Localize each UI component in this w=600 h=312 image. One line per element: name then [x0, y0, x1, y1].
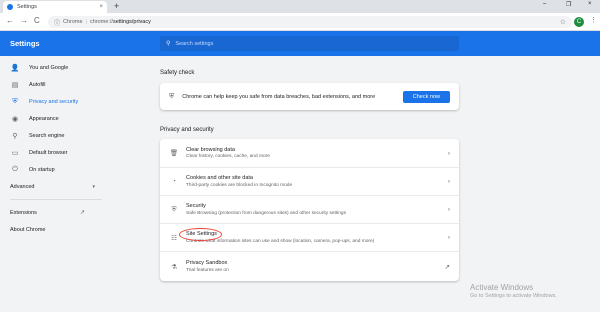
privacy-sandbox-row[interactable]: ⚗ Privacy Sandbox Trial features are on … — [160, 251, 459, 281]
sidebar-item-privacy-and-security[interactable]: ⛨ Privacy and security — [0, 93, 150, 110]
tab-title: Settings — [17, 4, 37, 10]
chevron-right-icon: › — [447, 206, 450, 213]
cookie-icon: ◔ — [172, 178, 176, 185]
kebab-menu-icon[interactable]: ⋮ — [590, 16, 597, 24]
bookmark-star-icon[interactable]: ☆ — [560, 18, 566, 26]
reload-icon[interactable]: C — [34, 16, 40, 25]
security-row[interactable]: ⛨ Security Safe Browsing (protection fro… — [160, 195, 459, 223]
shield-icon: ⛨ — [12, 97, 18, 105]
sidebar-item-label: Privacy and security — [29, 98, 79, 105]
search-icon: ⚲ — [166, 41, 171, 47]
back-icon[interactable]: ← — [6, 16, 14, 25]
activate-windows-watermark: Activate Windows Go to Settings to activ… — [470, 283, 557, 299]
row-description: Clear history, cookies, cache, and more — [186, 154, 270, 160]
palette-icon: ◉ — [11, 115, 19, 123]
forward-icon[interactable]: → — [20, 16, 28, 25]
trash-icon: 🗑 — [169, 150, 179, 157]
shield-icon: ⛨ — [171, 205, 177, 213]
safety-check-title: Safety check — [160, 70, 195, 76]
sidebar-item-label: Autofill — [29, 81, 46, 88]
site-info-icon[interactable]: ⓘ — [54, 18, 60, 27]
sidebar-advanced[interactable]: Advanced ▾ — [0, 178, 150, 195]
row-description: Controls what information sites can use … — [186, 238, 375, 244]
chevron-down-icon: ▾ — [92, 183, 95, 190]
minimize-icon[interactable]: – — [543, 1, 546, 7]
shield-icon: ⛨ — [169, 92, 175, 100]
sidebar-item-label: You and Google — [29, 64, 69, 71]
restore-icon[interactable]: ❐ — [566, 1, 571, 8]
sidebar-divider — [10, 199, 102, 200]
browser-icon: ▭ — [11, 149, 19, 157]
watermark-title: Activate Windows — [470, 283, 534, 292]
site-settings-row[interactable]: ☷ Site Settings Controls what informatio… — [160, 223, 459, 251]
sidebar-about-chrome[interactable]: About Chrome — [0, 221, 150, 238]
external-link-icon: ↗ — [79, 210, 85, 216]
address-bar[interactable]: ⓘ Chrome | chrome:// settings/privacy ☆ — [48, 16, 572, 28]
cookies-row[interactable]: ◔ Cookies and other site data Third-part… — [160, 167, 459, 195]
new-tab-button[interactable]: + — [114, 1, 119, 11]
tab-strip: Settings × + – ❐ × — [0, 0, 600, 13]
watermark-subtitle: Go to Settings to activate Windows. — [470, 293, 557, 299]
highlight-circle — [179, 228, 222, 241]
sidebar-advanced-label: Advanced — [10, 183, 35, 190]
sidebar-item-autofill[interactable]: ▤ Autofill — [0, 76, 150, 93]
sidebar-item-on-startup[interactable]: ⏻ On startup — [0, 161, 150, 178]
row-title: Site Settings — [186, 231, 217, 238]
sliders-icon: ☷ — [171, 234, 177, 242]
row-description: Trial features are on — [186, 267, 229, 273]
chevron-right-icon: › — [447, 178, 450, 185]
sidebar-item-default-browser[interactable]: ▭ Default browser — [0, 144, 150, 161]
row-title: Privacy Sandbox — [186, 260, 228, 267]
check-now-button[interactable]: Check now — [402, 90, 450, 103]
privacy-section-title: Privacy and security — [160, 127, 214, 133]
settings-header: Settings ⚲ — [0, 31, 600, 56]
window-close-icon[interactable]: × — [588, 1, 592, 7]
sidebar-item-you-and-google[interactable]: 👤 You and Google — [0, 59, 150, 76]
sidebar-item-label: Search engine — [29, 132, 65, 139]
external-link-icon: ↗ — [444, 263, 450, 271]
safety-check-text: Chrome can help keep you safe from data … — [182, 93, 376, 100]
url-scheme: chrome:// — [90, 19, 113, 25]
sidebar-item-label: Default browser — [29, 149, 68, 156]
tab-settings[interactable]: Settings × — [3, 1, 107, 13]
page-title: Settings — [10, 39, 40, 48]
sidebar: 👤 You and Google ▤ Autofill ⛨ Privacy an… — [0, 56, 150, 238]
person-icon: 👤 — [10, 64, 20, 72]
row-description: Third-party cookies are blocked in Incog… — [186, 182, 293, 188]
url-path: settings/privacy — [112, 19, 151, 25]
search-input[interactable] — [175, 40, 436, 47]
sandbox-icon: ⚗ — [171, 263, 177, 271]
clear-browsing-data-row[interactable]: 🗑 Clear browsing data Clear history, coo… — [160, 139, 459, 167]
row-title: Cookies and other site data — [186, 175, 253, 182]
search-box[interactable]: ⚲ — [160, 36, 459, 51]
row-title: Clear browsing data — [186, 146, 235, 153]
privacy-card: 🗑 Clear browsing data Clear history, coo… — [160, 139, 459, 281]
url-separator: | — [85, 19, 88, 25]
sidebar-item-label: Appearance — [29, 115, 59, 122]
profile-avatar[interactable]: C — [574, 17, 584, 27]
tab-close-icon[interactable]: × — [99, 4, 103, 10]
sidebar-about-label: About Chrome — [10, 226, 46, 233]
chevron-right-icon: › — [447, 149, 450, 157]
sidebar-extensions[interactable]: Extensions ↗ — [0, 204, 150, 221]
row-title: Security — [186, 203, 206, 210]
sidebar-item-label: On startup — [29, 166, 55, 173]
sidebar-item-appearance[interactable]: ◉ Appearance — [0, 110, 150, 127]
site-label: Chrome — [63, 19, 83, 25]
row-description: Safe Browsing (protection from dangerous… — [186, 210, 346, 216]
search-icon: ⚲ — [12, 132, 18, 140]
safety-check-card: ⛨ Chrome can help keep you safe from dat… — [160, 83, 459, 110]
power-icon: ⏻ — [12, 165, 18, 173]
chevron-right-icon: › — [447, 234, 450, 241]
sidebar-item-search-engine[interactable]: ⚲ Search engine — [0, 127, 150, 144]
browser-toolbar: ← → C ⓘ Chrome | chrome:// settings/priv… — [0, 13, 600, 31]
sidebar-extensions-label: Extensions — [10, 209, 37, 216]
clipboard-icon: ▤ — [11, 81, 19, 89]
settings-favicon-icon — [7, 4, 13, 10]
